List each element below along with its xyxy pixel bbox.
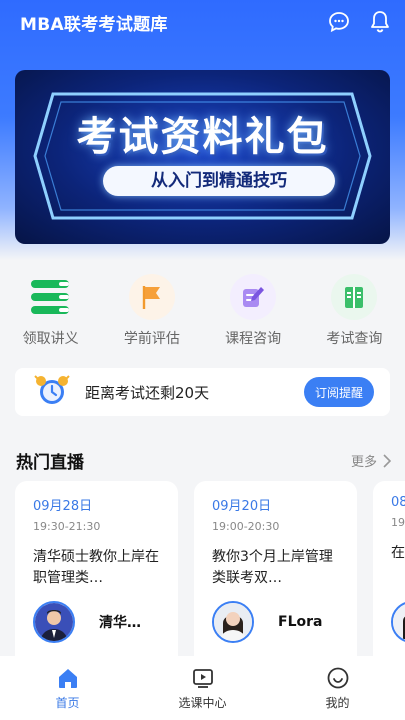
live-card[interactable]: 08 19 在考	[373, 481, 405, 661]
bell-icon[interactable]	[369, 10, 391, 34]
card-description: 教你3个月上岸管理类联考双…	[212, 549, 333, 586]
bottom-tab-bar: 首页 选课中心 我的	[0, 656, 405, 720]
live-card[interactable]: 09月20日 19:00-20:30 教你3个月上岸管理类联考双… FLora	[194, 481, 357, 661]
banner-subtitle: 从入门到精通技巧	[103, 166, 335, 196]
app-title: MBA联考考试题库	[20, 14, 168, 35]
card-date: 09月20日	[212, 499, 272, 514]
banner-title: 考试资料礼包	[76, 114, 329, 160]
tab-profile[interactable]: 我的	[270, 656, 405, 720]
subscribe-reminder-button[interactable]: 订阅提醒	[304, 377, 374, 407]
book-icon	[331, 274, 378, 320]
flag-icon	[128, 274, 175, 320]
card-time: 19:00-20:30	[212, 520, 280, 533]
tab-course-center[interactable]: 选课中心	[135, 656, 270, 720]
card-time: 19:30-21:30	[33, 520, 101, 533]
alarm-clock-icon	[33, 373, 71, 411]
promo-banner[interactable]: 考试资料礼包 从入门到精通技巧	[15, 70, 390, 244]
more-label: 更多	[350, 455, 377, 470]
card-teacher: FLora	[212, 601, 322, 643]
live-cards: 09月28日 19:30-21:30 清华硕士教你上岸在职管理类… 清华… 09…	[15, 481, 405, 661]
teacher-name: FLora	[278, 614, 323, 630]
stack-icon	[28, 274, 74, 320]
tab-home[interactable]: 首页	[0, 656, 135, 720]
card-teacher: 清华…	[33, 601, 141, 643]
profile-icon	[327, 667, 348, 688]
home-icon	[58, 668, 77, 688]
tab-label: 选课中心	[178, 695, 227, 710]
teacher-name: 清华…	[99, 615, 141, 631]
tab-label: 我的	[325, 695, 350, 710]
quick-action-label: 考试查询	[326, 331, 383, 347]
avatar	[391, 601, 405, 643]
card-description: 在考	[391, 545, 405, 561]
play-icon	[192, 668, 213, 688]
quick-action-exam-query[interactable]: 考试查询	[304, 262, 405, 362]
quick-action-label: 领取讲义	[22, 331, 79, 347]
quick-action-label: 课程咨询	[225, 331, 282, 347]
exam-countdown: 距离考试还剩20天 订阅提醒	[15, 368, 390, 416]
quick-action-label: 学前评估	[123, 331, 180, 347]
avatar	[33, 601, 75, 643]
quick-action-consult[interactable]: 课程咨询	[203, 262, 304, 362]
quick-actions: 领取讲义 学前评估 课程咨询 考试查询	[0, 262, 405, 362]
tab-label: 首页	[55, 695, 80, 710]
pencil-note-icon	[230, 274, 277, 320]
more-link[interactable]: 更多	[351, 451, 391, 470]
chevron-right-icon	[383, 453, 391, 468]
quick-action-assessment[interactable]: 学前评估	[101, 262, 202, 362]
card-date: 08	[391, 495, 405, 510]
card-date: 09月28日	[33, 499, 93, 514]
avatar	[212, 601, 254, 643]
quick-action-handouts[interactable]: 领取讲义	[0, 262, 101, 362]
card-time: 19	[391, 516, 405, 529]
chat-icon[interactable]	[327, 10, 351, 34]
top-bar: MBA联考考试题库	[0, 0, 405, 44]
section-title: 热门直播	[16, 453, 84, 473]
live-section-header: 热门直播 更多	[16, 448, 391, 473]
card-teacher	[391, 601, 405, 643]
countdown-text: 距离考试还剩20天	[85, 383, 210, 402]
card-description: 清华硕士教你上岸在职管理类…	[33, 549, 159, 586]
live-card[interactable]: 09月28日 19:30-21:30 清华硕士教你上岸在职管理类… 清华…	[15, 481, 178, 661]
